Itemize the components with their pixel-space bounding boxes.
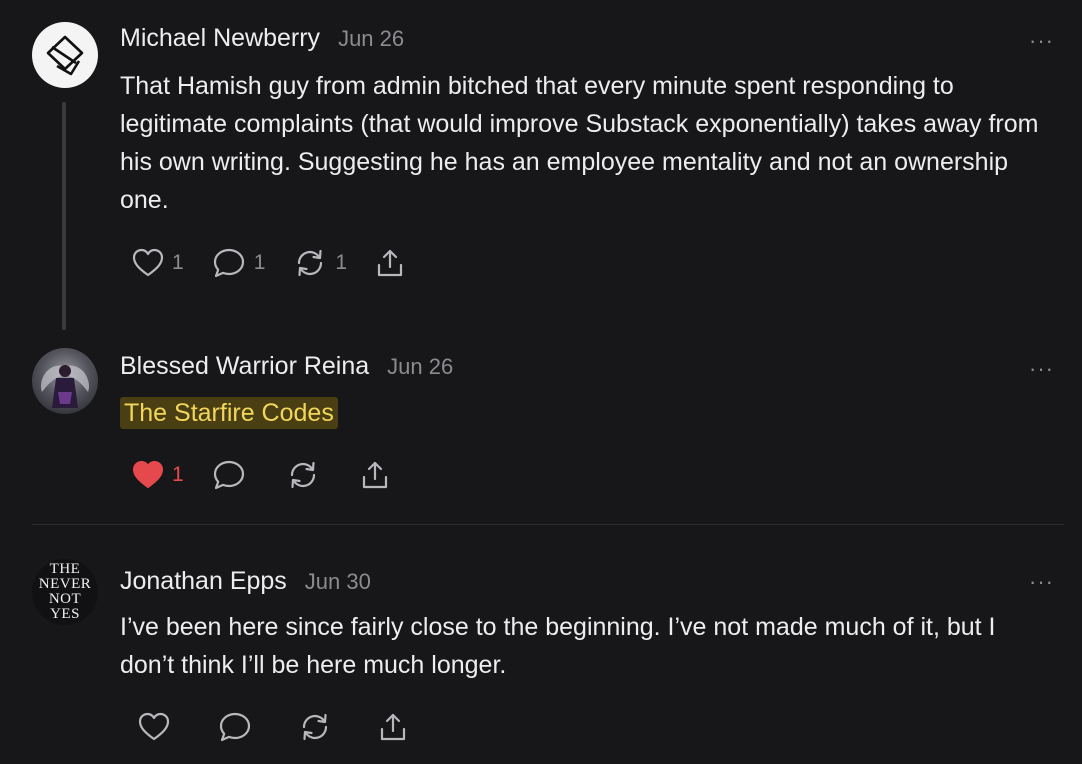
restack-icon: [290, 461, 315, 489]
reply-button[interactable]: [212, 459, 246, 491]
highlighted-text: The Starfire Codes: [120, 397, 338, 429]
like-count: 1: [172, 251, 184, 274]
share-icon: [380, 713, 406, 741]
comment-michael-newberry: Michael Newberry Jun 26 ··· That Hamish …: [0, 0, 1082, 330]
more-icon[interactable]: ···: [1029, 30, 1054, 52]
restack-button[interactable]: [286, 459, 320, 491]
restack-button[interactable]: 1: [293, 247, 347, 279]
avatar[interactable]: [32, 22, 98, 88]
avatar-text-line: YES: [50, 606, 80, 622]
thread-line: [62, 102, 66, 330]
comment-icon: [213, 248, 244, 278]
more-icon[interactable]: ···: [1029, 571, 1054, 593]
avatar[interactable]: [32, 348, 98, 414]
reply-button[interactable]: [218, 711, 252, 743]
like-button[interactable]: 1: [132, 460, 184, 490]
restack-icon: [298, 249, 323, 277]
comment-actions: [138, 710, 436, 744]
comment-header: Blessed Warrior Reina Jun 26: [120, 352, 453, 381]
like-button[interactable]: [138, 712, 170, 742]
warrior-avatar-icon: [40, 365, 90, 408]
heart-icon: [138, 712, 170, 741]
comment-icon: [213, 460, 244, 490]
comment-actions: 1 1 1: [132, 246, 433, 280]
comment-text: That Hamish guy from admin bitched that …: [120, 72, 1039, 214]
reply-button[interactable]: 1: [212, 247, 266, 279]
comment-header: Jonathan Epps Jun 30: [120, 567, 371, 596]
share-icon: [377, 249, 403, 277]
reply-count: 1: [253, 251, 266, 274]
comment-date[interactable]: Jun 26: [338, 26, 404, 52]
restack-icon: [302, 713, 328, 741]
author-name[interactable]: Michael Newberry: [120, 24, 320, 53]
share-button[interactable]: [375, 247, 405, 279]
comment-date[interactable]: Jun 30: [305, 569, 371, 595]
share-button[interactable]: [378, 711, 408, 743]
share-icon: [362, 461, 387, 489]
comment-header: Michael Newberry Jun 26: [120, 24, 404, 53]
comment-jonathan-epps: THE NEVER NOT YES Jonathan Epps Jun 30 ·…: [0, 525, 1082, 764]
restack-button[interactable]: [298, 711, 332, 743]
comment-icon: [219, 712, 251, 742]
comment-blessed-warrior-reina: Blessed Warrior Reina Jun 26 ··· The Sta…: [0, 330, 1082, 524]
avatar[interactable]: THE NEVER NOT YES: [32, 559, 98, 625]
comment-date[interactable]: Jun 26: [387, 354, 453, 380]
author-name[interactable]: Jonathan Epps: [120, 567, 287, 596]
restack-count: 1: [335, 251, 348, 274]
comment-text: The Starfire Codes: [120, 394, 1042, 432]
share-button[interactable]: [360, 459, 390, 491]
comment-text: I’ve been here since fairly close to the…: [120, 613, 996, 679]
heart-icon: [132, 248, 164, 277]
heart-filled-icon: [133, 461, 163, 488]
publication-logo-icon: [46, 35, 84, 76]
author-name[interactable]: Blessed Warrior Reina: [120, 352, 369, 381]
like-button[interactable]: 1: [132, 248, 184, 278]
avatar-text-line: THE: [49, 561, 81, 577]
like-count: 1: [172, 463, 184, 486]
comment-actions: 1: [132, 458, 418, 492]
avatar-text-line: NOT: [48, 591, 82, 607]
avatar-text-line: NEVER: [38, 576, 92, 592]
more-icon[interactable]: ···: [1029, 358, 1054, 380]
